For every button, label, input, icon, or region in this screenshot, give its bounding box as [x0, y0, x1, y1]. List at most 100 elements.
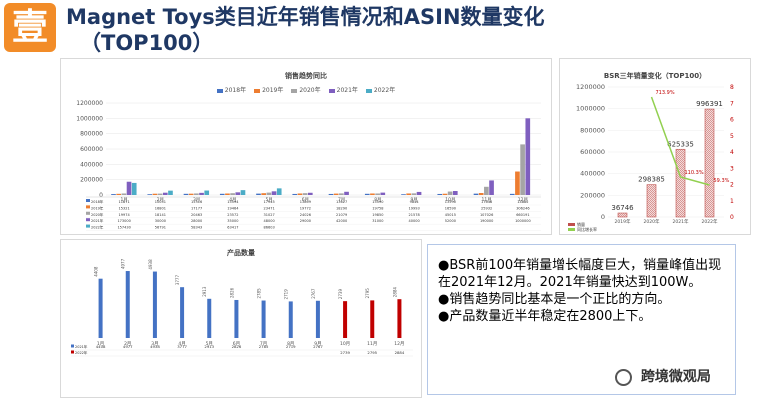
bar — [339, 193, 344, 195]
summary-bullet: ●BSR前100年销量增长幅度巨大，销量峰值出现在2021年12月。2021年销… — [438, 258, 722, 290]
bar — [225, 193, 230, 195]
bar — [199, 192, 204, 195]
table-cell: 30000 — [155, 219, 166, 223]
sales-trend-chart-panel: 销售趋势同比 2018年 2019年 2020年 2021年 2022年 0 200000… — [60, 58, 552, 235]
table-cell: 1000000 — [515, 219, 531, 223]
bar — [188, 193, 194, 195]
table-cell: 16590 — [445, 206, 456, 210]
bar — [509, 193, 515, 195]
y-tick-label: 400000 — [80, 161, 103, 168]
table-cell: 19993 — [409, 206, 420, 210]
bar — [437, 193, 443, 195]
data-label: 996391 — [696, 100, 723, 108]
bar — [271, 191, 277, 195]
bar — [520, 144, 525, 195]
table-cell: 13809 — [300, 200, 311, 204]
footer-brand-text: 跨境微观局 — [640, 369, 711, 385]
y-tick-label: 1200000 — [576, 83, 605, 91]
bar — [116, 193, 122, 195]
y-tick-label: 200000 — [80, 177, 103, 184]
table-legend-key — [86, 224, 90, 228]
bar — [364, 193, 370, 195]
table-cell: 25932 — [481, 206, 492, 210]
product-count-chart-panel: 产品数量 4408 1月 4977 2月 4938 3月 3777 4月 2913 5月 2826 6… — [60, 239, 422, 398]
product-count-svg: 44081月49772月49383月37774月29135月28266月2785… — [71, 258, 413, 357]
bar — [194, 193, 199, 195]
bar — [219, 193, 225, 195]
table-cell: 2826 — [232, 344, 242, 349]
data-label: 2795 — [365, 288, 370, 299]
bar — [288, 301, 293, 338]
table-cell: 19464 — [227, 206, 239, 210]
table-cell: 16801 — [155, 206, 166, 210]
table-legend-key — [71, 344, 74, 348]
bar — [240, 190, 246, 195]
bar — [204, 190, 210, 195]
y-tick-label: 800000 — [580, 126, 605, 134]
table-cell: 48000 — [264, 219, 275, 223]
y2-tick-label: 2 — [730, 182, 734, 189]
bar — [515, 171, 520, 195]
x-tick-label: 12月 — [394, 341, 404, 347]
table-series-name: 2022年 — [91, 225, 104, 230]
bar — [125, 271, 130, 338]
table-cell: 2785 — [259, 344, 269, 349]
table-cell: 29000 — [300, 219, 311, 223]
bar — [452, 191, 458, 195]
table-cell: 660191 — [516, 213, 529, 217]
data-label: 2826 — [229, 287, 234, 298]
bar — [297, 193, 303, 195]
table-cell: 45015 — [445, 213, 456, 217]
data-label: 298385 — [638, 176, 665, 184]
bar — [447, 191, 453, 195]
table-cell: 10051 — [155, 200, 166, 204]
data-label: 4938 — [148, 259, 153, 270]
table-legend-key — [71, 350, 74, 354]
bar — [411, 193, 417, 195]
bar — [276, 188, 282, 195]
table-cell: 2795 — [367, 350, 377, 355]
y-tick-label: 0 — [601, 213, 605, 221]
table-cell: 15321 — [119, 206, 130, 210]
table-cell: 40000 — [409, 219, 420, 223]
bar — [121, 193, 127, 195]
bar — [442, 193, 448, 195]
table-cell: 4408 — [96, 344, 106, 349]
bar — [234, 299, 239, 338]
table-cell: 2884 — [395, 350, 405, 355]
bar — [180, 287, 185, 338]
table-cell: 35000 — [227, 219, 238, 223]
bar — [256, 193, 261, 195]
data-label: 2719 — [284, 289, 289, 300]
y2-tick-label: 6 — [730, 117, 734, 124]
y2-tick-label: 3 — [730, 165, 734, 172]
table-cell: 56791 — [155, 226, 166, 230]
bar — [152, 271, 157, 338]
line-data-label: 110.3% — [685, 170, 704, 176]
table-cell: 306246 — [516, 206, 529, 210]
table-cell: 190000 — [480, 219, 493, 223]
bar — [111, 194, 116, 195]
bar — [183, 193, 189, 195]
table-cell: 63417 — [227, 226, 238, 230]
y-tick-label: 800000 — [80, 131, 103, 138]
bar — [307, 192, 313, 195]
bar — [315, 300, 320, 338]
table-legend-key — [86, 218, 90, 222]
table-cell: 28000 — [191, 219, 202, 223]
bar — [230, 193, 235, 195]
data-label: 2739 — [338, 289, 343, 300]
table-cell: 19974 — [119, 213, 131, 217]
table-cell: 18290 — [336, 206, 347, 210]
bar — [375, 193, 380, 195]
data-label: 2785 — [257, 288, 262, 299]
table-cell: 17648 — [481, 200, 492, 204]
table-legend-key — [86, 199, 90, 202]
bar — [261, 300, 266, 338]
bar — [152, 193, 158, 195]
table-cell: 13590 — [445, 200, 456, 204]
table-cell: 31027 — [264, 213, 275, 217]
table-cell: 173000 — [117, 219, 130, 223]
table-legend-key — [86, 211, 90, 215]
table-cell: 52000 — [445, 219, 456, 223]
